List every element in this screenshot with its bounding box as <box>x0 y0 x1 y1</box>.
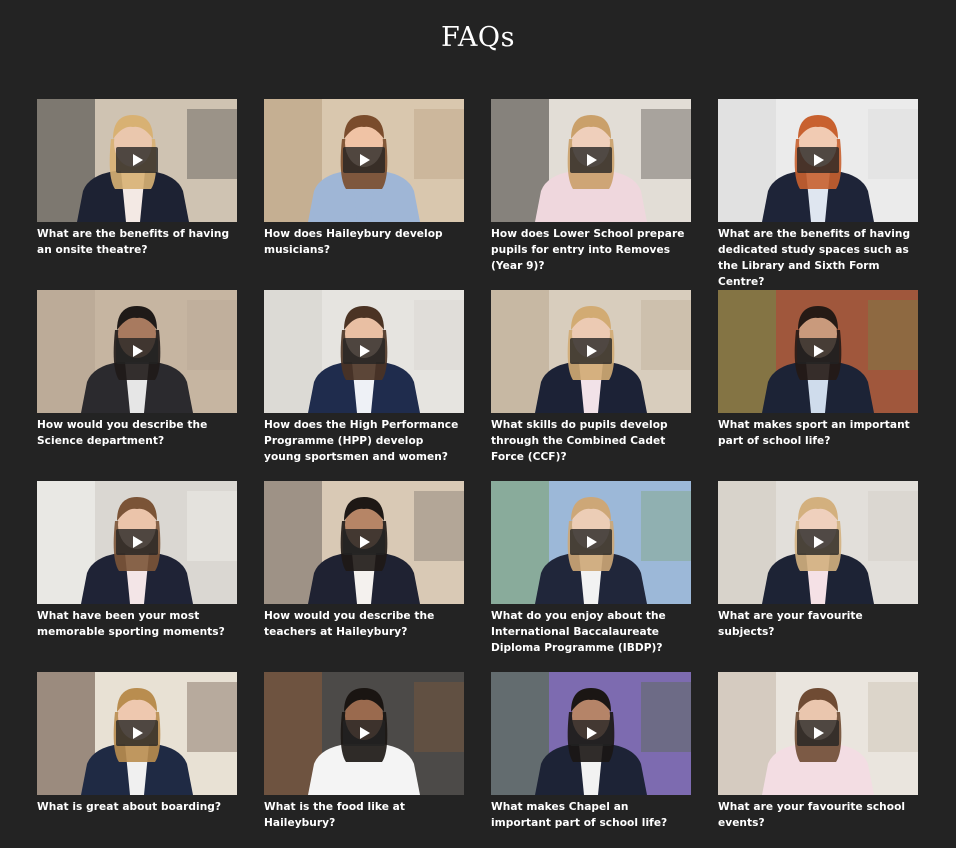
play-button[interactable] <box>570 720 612 746</box>
video-thumbnail[interactable] <box>718 99 918 222</box>
play-button[interactable] <box>570 147 612 173</box>
video-thumbnail[interactable] <box>37 290 237 413</box>
page-title: FAQs <box>441 22 515 53</box>
video-caption[interactable]: What makes Chapel an important part of s… <box>491 799 691 831</box>
video-caption[interactable]: What skills do pupils develop through th… <box>491 417 691 465</box>
video-caption[interactable]: What have been your most memorable sport… <box>37 608 237 640</box>
video-thumbnail[interactable] <box>491 290 691 413</box>
play-icon <box>360 727 370 739</box>
play-button[interactable] <box>797 720 839 746</box>
play-button[interactable] <box>116 338 158 364</box>
video-card[interactable]: How does Haileybury develop musicians? <box>264 99 464 290</box>
video-thumbnail[interactable] <box>718 290 918 413</box>
video-card[interactable]: How does Lower School prepare pupils for… <box>491 99 691 290</box>
video-caption[interactable]: How does Haileybury develop musicians? <box>264 226 464 258</box>
video-thumbnail[interactable] <box>264 99 464 222</box>
video-thumbnail[interactable] <box>264 672 464 795</box>
video-caption[interactable]: What are the benefits of having an onsit… <box>37 226 237 258</box>
play-button[interactable] <box>797 147 839 173</box>
video-caption[interactable]: What are your favourite school events? <box>718 799 918 831</box>
play-button[interactable] <box>570 338 612 364</box>
video-caption[interactable]: How does the High Performance Programme … <box>264 417 464 465</box>
play-button[interactable] <box>797 338 839 364</box>
play-button[interactable] <box>343 338 385 364</box>
video-card[interactable]: What is the food like at Haileybury? <box>264 672 464 848</box>
play-icon <box>133 345 143 357</box>
video-thumbnail[interactable] <box>491 99 691 222</box>
video-caption[interactable]: What are your favourite subjects? <box>718 608 918 640</box>
video-card[interactable]: What are your favourite subjects? <box>718 481 918 672</box>
play-icon <box>814 154 824 166</box>
play-icon <box>587 536 597 548</box>
faq-video-grid: What are the benefits of having an onsit… <box>37 99 918 848</box>
play-icon <box>814 727 824 739</box>
video-thumbnail[interactable] <box>37 672 237 795</box>
play-icon <box>814 345 824 357</box>
play-icon <box>587 154 597 166</box>
video-card[interactable]: What are the benefits of having dedicate… <box>718 99 918 290</box>
video-thumbnail[interactable] <box>491 672 691 795</box>
play-icon <box>133 727 143 739</box>
play-icon <box>360 536 370 548</box>
play-icon <box>587 727 597 739</box>
video-caption[interactable]: What is great about boarding? <box>37 799 237 815</box>
video-card[interactable]: What skills do pupils develop through th… <box>491 290 691 481</box>
video-thumbnail[interactable] <box>491 481 691 604</box>
play-button[interactable] <box>570 529 612 555</box>
video-thumbnail[interactable] <box>37 99 237 222</box>
video-caption[interactable]: How would you describe the Science depar… <box>37 417 237 449</box>
video-caption[interactable]: What are the benefits of having dedicate… <box>718 226 918 290</box>
video-card[interactable]: What makes sport an important part of sc… <box>718 290 918 481</box>
video-thumbnail[interactable] <box>264 290 464 413</box>
video-card[interactable]: How does the High Performance Programme … <box>264 290 464 481</box>
play-icon <box>360 154 370 166</box>
play-button[interactable] <box>797 529 839 555</box>
video-caption[interactable]: What do you enjoy about the Internationa… <box>491 608 691 656</box>
video-card[interactable]: How would you describe the teachers at H… <box>264 481 464 672</box>
video-thumbnail[interactable] <box>37 481 237 604</box>
play-icon <box>133 154 143 166</box>
video-caption[interactable]: What makes sport an important part of sc… <box>718 417 918 449</box>
play-button[interactable] <box>116 529 158 555</box>
play-icon <box>814 536 824 548</box>
video-card[interactable]: What is great about boarding? <box>37 672 237 848</box>
video-card[interactable]: What are your favourite school events? <box>718 672 918 848</box>
play-button[interactable] <box>116 147 158 173</box>
play-button[interactable] <box>343 529 385 555</box>
play-icon <box>133 536 143 548</box>
video-caption[interactable]: What is the food like at Haileybury? <box>264 799 464 831</box>
video-caption[interactable]: How would you describe the teachers at H… <box>264 608 464 640</box>
play-button[interactable] <box>116 720 158 746</box>
video-card[interactable]: What are the benefits of having an onsit… <box>37 99 237 290</box>
play-button[interactable] <box>343 147 385 173</box>
video-caption[interactable]: How does Lower School prepare pupils for… <box>491 226 691 274</box>
play-icon <box>587 345 597 357</box>
video-card[interactable]: What have been your most memorable sport… <box>37 481 237 672</box>
video-card[interactable]: What do you enjoy about the Internationa… <box>491 481 691 672</box>
video-thumbnail[interactable] <box>718 481 918 604</box>
video-thumbnail[interactable] <box>264 481 464 604</box>
play-icon <box>360 345 370 357</box>
play-button[interactable] <box>343 720 385 746</box>
video-thumbnail[interactable] <box>718 672 918 795</box>
video-card[interactable]: What makes Chapel an important part of s… <box>491 672 691 848</box>
video-card[interactable]: How would you describe the Science depar… <box>37 290 237 481</box>
